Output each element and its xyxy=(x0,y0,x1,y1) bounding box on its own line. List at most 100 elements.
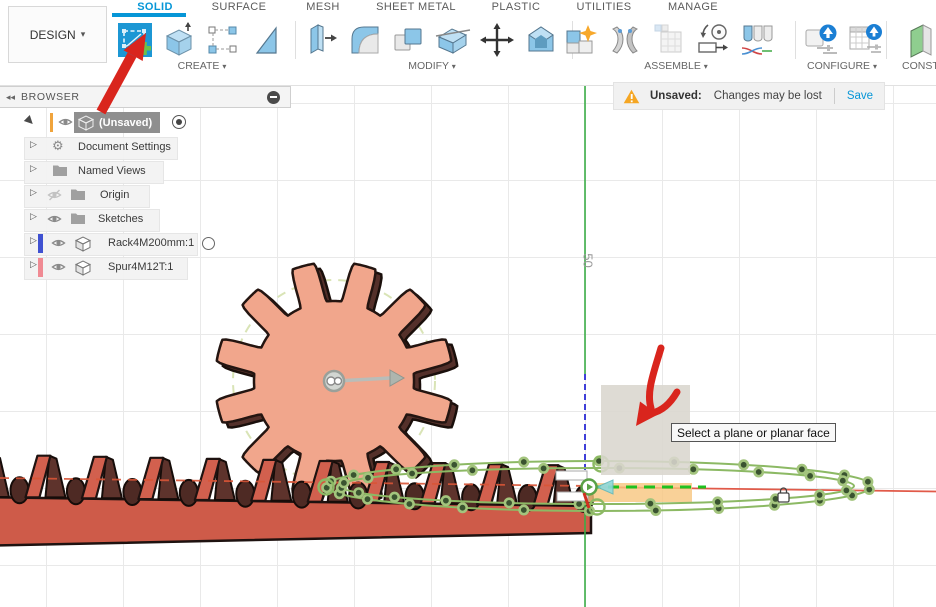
active-tab-underline xyxy=(112,13,186,17)
sketch-point[interactable] xyxy=(755,468,763,476)
tab-solid[interactable]: SOLID xyxy=(137,1,173,13)
group-label-create[interactable]: CREATE ▾ xyxy=(178,60,227,72)
configuration-table-icon[interactable] xyxy=(844,20,885,60)
expand-arrow-icon[interactable]: ▷ xyxy=(30,164,37,174)
configuration-icon[interactable] xyxy=(800,20,841,60)
sketch-point[interactable] xyxy=(458,504,466,512)
component-color-bar xyxy=(38,258,43,277)
save-button[interactable]: Save xyxy=(847,90,873,102)
tree-row-rack4m200mm-1[interactable]: ▷Rack4M200mm:1 xyxy=(0,233,300,254)
tree-row-document-settings[interactable]: ▷⚙Document Settings xyxy=(0,137,300,158)
grid-scale-label: 50 xyxy=(581,253,596,267)
sketch-point[interactable] xyxy=(355,489,363,497)
tree-row-named-views[interactable]: ▷ Named Views xyxy=(0,161,300,182)
folder-icon xyxy=(52,163,68,181)
sketch-point[interactable] xyxy=(740,461,748,469)
activate-component-radio[interactable] xyxy=(202,237,215,250)
sketch-point[interactable] xyxy=(539,464,547,472)
construction-plane-icon[interactable] xyxy=(898,20,936,60)
tree-row--unsaved-[interactable]: ▶ (Unsaved) xyxy=(0,112,300,133)
sketch-point[interactable] xyxy=(798,465,806,473)
fillet-icon[interactable] xyxy=(344,20,385,60)
sketch-dimension-icon[interactable] xyxy=(202,20,243,60)
tree-row-origin[interactable]: ▷Origin xyxy=(0,185,300,206)
expand-arrow-icon[interactable]: ▷ xyxy=(30,236,37,246)
tab-mesh[interactable]: MESH xyxy=(306,1,339,13)
collapse-panel-icon[interactable]: ◂◂ xyxy=(6,92,15,103)
dimension-box[interactable] xyxy=(556,471,587,480)
group-label-const[interactable]: CONST xyxy=(902,60,936,72)
tree-row-sketches[interactable]: ▷Sketches xyxy=(0,209,300,230)
tab-plastic[interactable]: PLASTIC xyxy=(492,1,541,13)
visibility-eye-icon[interactable] xyxy=(50,259,67,278)
sketch-point[interactable] xyxy=(363,495,371,503)
combine-icon[interactable] xyxy=(388,20,429,60)
new-component-icon[interactable] xyxy=(560,20,601,60)
sketch-point[interactable] xyxy=(689,465,697,473)
sketch-point[interactable] xyxy=(390,493,398,501)
rib-icon[interactable] xyxy=(246,20,287,60)
visibility-eye-icon[interactable] xyxy=(57,114,74,133)
create-sketch-icon[interactable] xyxy=(114,20,155,60)
sketch-point[interactable] xyxy=(405,500,413,508)
tab-manage[interactable]: MANAGE xyxy=(668,1,718,13)
motion-study-icon[interactable] xyxy=(692,20,733,60)
toolbar-divider xyxy=(795,21,796,59)
group-configure xyxy=(800,20,885,60)
group-label-configure[interactable]: CONFIGURE ▾ xyxy=(807,60,877,72)
sketch-point[interactable] xyxy=(864,478,872,486)
row-label: Document Settings xyxy=(78,141,171,153)
move-copy-icon[interactable] xyxy=(476,20,517,60)
design-workspace-dropdown[interactable]: DESIGN ▾ xyxy=(8,6,107,63)
sketch-point[interactable] xyxy=(505,499,513,507)
tab-utilities[interactable]: UTILITIES xyxy=(577,1,632,13)
component-color-bar xyxy=(38,234,43,253)
sketch-point[interactable] xyxy=(340,479,348,487)
sketch-point[interactable] xyxy=(349,471,357,479)
group-assemble xyxy=(560,20,777,60)
visibility-eye-icon[interactable] xyxy=(46,211,63,230)
tab-surface[interactable]: SURFACE xyxy=(212,1,267,13)
expand-arrow-icon[interactable]: ▷ xyxy=(30,188,37,198)
minimize-panel-icon[interactable] xyxy=(267,91,280,104)
expand-arrow-icon[interactable]: ▷ xyxy=(30,212,37,222)
sketch-point[interactable] xyxy=(520,458,528,466)
insert-derive-icon[interactable] xyxy=(648,20,689,60)
tab-sheet-metal[interactable]: SHEET METAL xyxy=(376,1,456,13)
sketch-point[interactable] xyxy=(392,465,400,473)
expanded-arrow-icon[interactable]: ▶ xyxy=(23,113,38,128)
press-pull-icon[interactable] xyxy=(300,20,341,60)
row-label: Named Views xyxy=(78,165,146,177)
tree-row-spur4m12t-1[interactable]: ▷Spur4M12T:1 xyxy=(0,257,300,278)
extrude-icon[interactable] xyxy=(158,20,199,60)
sketch-point[interactable] xyxy=(815,491,823,499)
sketch-point[interactable] xyxy=(714,498,722,506)
group-const xyxy=(898,20,936,60)
visibility-eye-icon[interactable] xyxy=(46,187,63,206)
expand-arrow-icon[interactable]: ▷ xyxy=(30,140,37,150)
sketch-point[interactable] xyxy=(520,506,528,514)
sketch-point[interactable] xyxy=(442,496,450,504)
group-label-assemble[interactable]: ASSEMBLE ▾ xyxy=(644,60,708,72)
shell-icon[interactable] xyxy=(520,20,561,60)
sketch-point[interactable] xyxy=(806,472,814,480)
split-body-icon[interactable] xyxy=(432,20,473,60)
visibility-eye-icon[interactable] xyxy=(50,235,67,254)
sketch-point[interactable] xyxy=(408,469,416,477)
component-label: (Unsaved) xyxy=(99,117,152,129)
joint-icon[interactable] xyxy=(604,20,645,60)
sketch-point[interactable] xyxy=(450,461,458,469)
sketch-point[interactable] xyxy=(646,499,654,507)
divider xyxy=(834,88,835,104)
sketch-point[interactable] xyxy=(839,477,847,485)
active-component-chip[interactable]: (Unsaved) xyxy=(74,112,160,133)
enable-contact-icon[interactable] xyxy=(736,20,777,60)
activate-component-radio[interactable] xyxy=(172,115,186,129)
status-tooltip: Select a plane or planar face xyxy=(671,423,836,442)
expand-arrow-icon[interactable]: ▷ xyxy=(30,260,37,270)
sketch-point[interactable] xyxy=(468,466,476,474)
group-label-modify[interactable]: MODIFY ▾ xyxy=(408,60,456,72)
sketch-point[interactable] xyxy=(842,486,850,494)
sketch-point[interactable] xyxy=(364,474,372,482)
component-color-bar xyxy=(50,113,53,132)
